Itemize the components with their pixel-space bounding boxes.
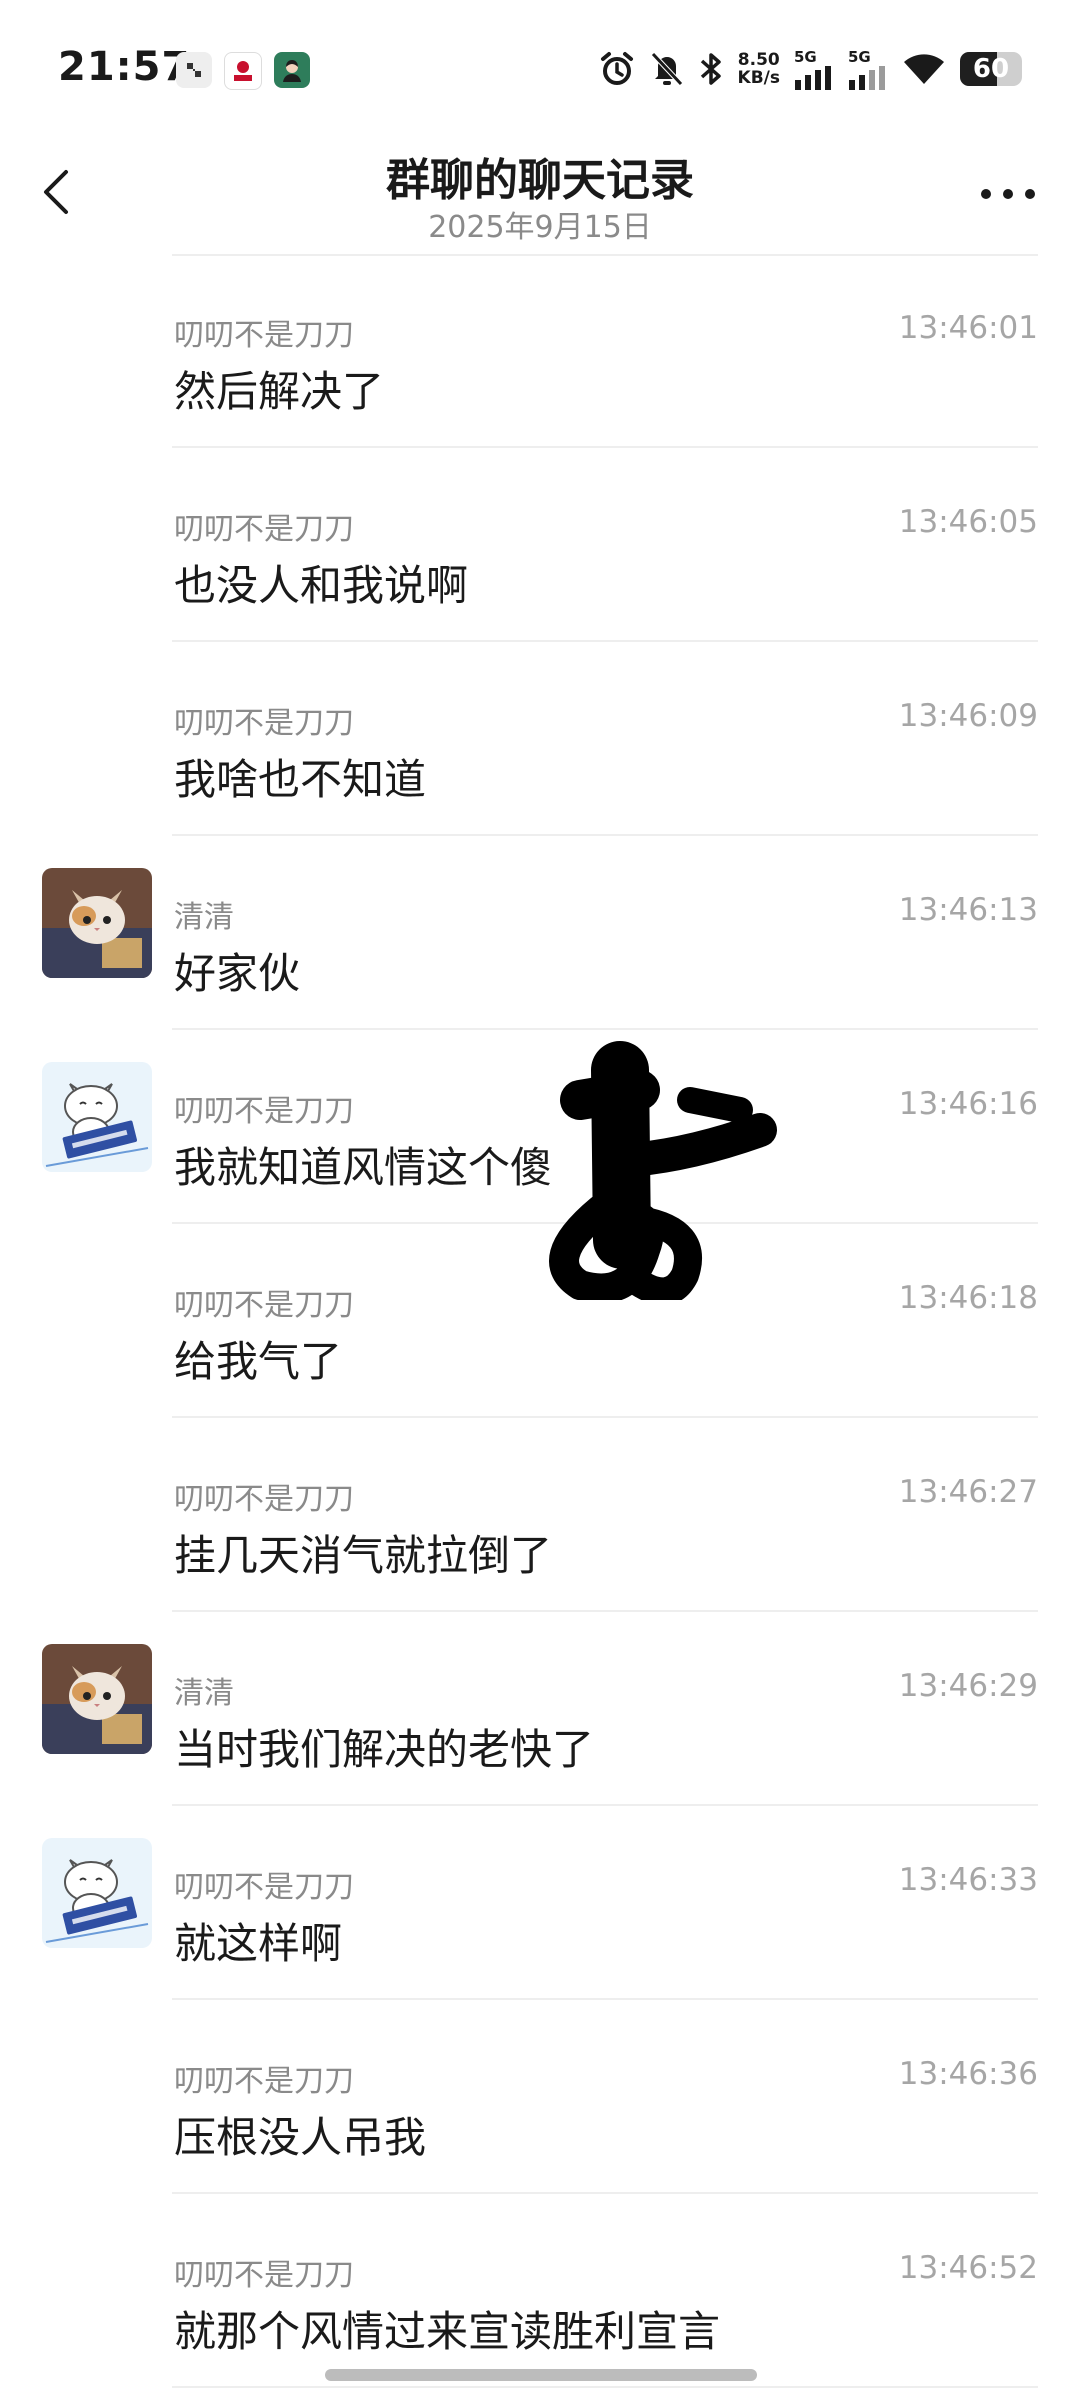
message-row[interactable]: 叨叨不是刀刀 13:46:36 压根没人吊我: [0, 2000, 1080, 2194]
status-time: 21:57: [58, 44, 191, 90]
signal-bars-icon: [795, 66, 831, 90]
cartoon-cat-icon: [42, 1838, 152, 1948]
more-dots-icon: [981, 189, 1035, 199]
message-row[interactable]: 叨叨不是刀刀 13:46:27 挂几天消气就拉倒了: [0, 1418, 1080, 1612]
message-list: 叨叨不是刀刀 13:46:01 然后解决了 叨叨不是刀刀 13:46:05 也没…: [0, 254, 1080, 2388]
message-time: 13:46:13: [898, 892, 1038, 928]
sender-name: 叨叨不是刀刀: [174, 318, 354, 353]
message-time: 13:46:16: [898, 1086, 1038, 1122]
status-right-icons: 8.50 KB/s 5G 5G 60: [598, 48, 1022, 90]
message-text: 当时我们解决的老快了: [174, 1725, 595, 1774]
sender-name: 叨叨不是刀刀: [174, 1094, 354, 1129]
bluetooth-icon: [700, 53, 721, 85]
status-bar: 21:57 8.50 KB/s 5G 5G 60: [0, 0, 1080, 140]
message-row[interactable]: 叨叨不是刀刀 13:46:33 就这样啊: [0, 1806, 1080, 2000]
message-row[interactable]: 叨叨不是刀刀 13:46:09 我啥也不知道: [0, 642, 1080, 836]
message-text: 压根没人吊我: [174, 2113, 427, 2162]
sender-name: 叨叨不是刀刀: [174, 1288, 354, 1323]
notification-icons: [176, 52, 310, 90]
message-text: 给我气了: [174, 1337, 343, 1386]
message-time: 13:46:05: [898, 504, 1038, 540]
signal-1: 5G: [794, 48, 834, 90]
message-text: 就这样啊: [174, 1919, 343, 1968]
message-text: 好家伙: [174, 949, 301, 998]
sender-name: 叨叨不是刀刀: [174, 2064, 354, 2099]
message-row[interactable]: 叨叨不是刀刀 13:46:52 就那个风情过来宣读胜利宣言: [0, 2194, 1080, 2388]
avatar-notification-icon: [274, 52, 310, 88]
sender-name: 叨叨不是刀刀: [174, 512, 354, 547]
message-row[interactable]: 叨叨不是刀刀 13:46:05 也没人和我说啊: [0, 448, 1080, 642]
message-row[interactable]: 叨叨不是刀刀 13:46:01 然后解决了: [0, 254, 1080, 448]
header: 群聊的聊天记录 2025年9月15日: [0, 140, 1080, 252]
page-title: 群聊的聊天记录: [386, 155, 694, 206]
page-subtitle: 2025年9月15日: [428, 210, 652, 245]
kfc-notification-icon: [224, 52, 262, 90]
avatar-cartoon-cat[interactable]: [42, 1062, 152, 1172]
more-button[interactable]: [972, 166, 1044, 222]
sender-name: 清清: [174, 1676, 234, 1711]
message-text: 然后解决了: [174, 367, 385, 416]
message-text: 挂几天消气就拉倒了: [174, 1531, 553, 1580]
message-row[interactable]: 清清 13:46:13 好家伙: [0, 836, 1080, 1030]
sender-name: 叨叨不是刀刀: [174, 1482, 354, 1517]
home-indicator[interactable]: [325, 2369, 757, 2381]
avatar-cartoon-cat[interactable]: [42, 1838, 152, 1948]
message-text: 就那个风情过来宣读胜利宣言: [174, 2307, 721, 2356]
message-row[interactable]: 清清 13:46:29 当时我们解决的老快了: [0, 1612, 1080, 1806]
message-time: 13:46:18: [898, 1280, 1038, 1316]
sender-name: 叨叨不是刀刀: [174, 706, 354, 741]
wifi-icon: [904, 54, 944, 84]
message-time: 13:46:27: [898, 1474, 1038, 1510]
net-speed: 8.50 KB/s: [737, 50, 780, 88]
sender-name: 清清: [174, 900, 234, 935]
kitten-photo-icon: [42, 1644, 152, 1754]
message-text: 我就知道风情这个傻: [174, 1143, 553, 1192]
battery-indicator: 60: [960, 52, 1022, 86]
bell-off-icon: [650, 52, 683, 86]
redaction-scribble: [549, 1041, 777, 1300]
message-time: 13:46:01: [898, 310, 1038, 346]
alarm-icon: [600, 52, 633, 85]
message-time: 13:46:33: [898, 1862, 1038, 1898]
message-time: 13:46:09: [898, 698, 1038, 734]
app-notification-icon: [176, 52, 212, 88]
avatar-kitten[interactable]: [42, 1644, 152, 1754]
message-time: 13:46:52: [898, 2250, 1038, 2286]
signal-bars-icon: [849, 66, 885, 90]
message-time: 13:46:29: [898, 1668, 1038, 1704]
avatar-kitten[interactable]: [42, 868, 152, 978]
message-time: 13:46:36: [898, 2056, 1038, 2092]
sender-name: 叨叨不是刀刀: [174, 1870, 354, 1905]
kitten-photo-icon: [42, 868, 152, 978]
signal-2: 5G: [848, 48, 888, 90]
message-text: 也没人和我说啊: [174, 561, 469, 610]
message-text: 我啥也不知道: [174, 755, 427, 804]
cartoon-cat-icon: [42, 1062, 152, 1172]
sender-name: 叨叨不是刀刀: [174, 2258, 354, 2293]
